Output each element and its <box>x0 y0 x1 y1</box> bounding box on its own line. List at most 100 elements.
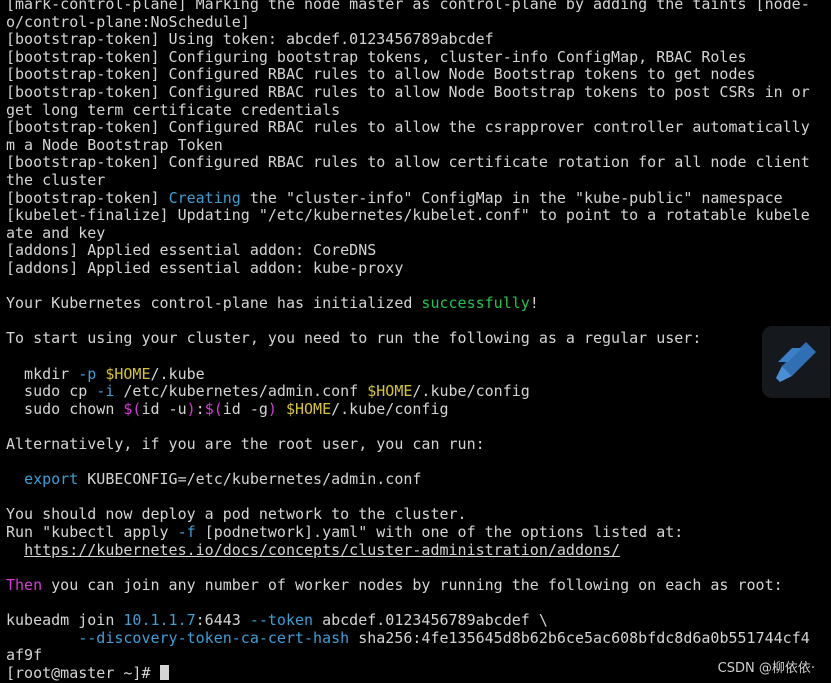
terminal-line: [addons] Applied essential addon: kube-p… <box>6 259 404 278</box>
terminal-line: You should now deploy a pod network to t… <box>6 506 467 524</box>
terminal-line: --discovery-token-ca-cert-hash sha256:4f… <box>6 628 810 648</box>
pen-logo-icon <box>762 326 830 398</box>
terminal-text: -i <box>96 382 115 401</box>
terminal-text: [bootstrap-token] Configured RBAC rules … <box>6 65 756 84</box>
terminal-line: Run "kubectl apply -f [podnetwork].yaml"… <box>6 523 684 542</box>
terminal-line: [bootstrap-token] Configured RBAC rules … <box>6 66 756 84</box>
terminal-text: id -g <box>222 399 268 418</box>
terminal-line: Alternatively, if you are the root user,… <box>6 435 485 454</box>
terminal-line: [bootstrap-token] Creating the "cluster-… <box>6 188 783 208</box>
terminal-line: [bootstrap-token] Configuring bootstrap … <box>6 47 747 67</box>
terminal-text: the cluster <box>6 171 106 189</box>
terminal-text: $HOME <box>285 399 332 418</box>
terminal-text: /.kube <box>150 364 205 383</box>
terminal-line: Then you can join any number of worker n… <box>6 575 783 595</box>
terminal-text: m a Node Bootstrap Token <box>6 135 223 154</box>
terminal-line: [bootstrap-token] Configured RBAC rules … <box>6 83 810 102</box>
terminal-line: Your Kubernetes control-plane has initia… <box>6 294 539 313</box>
terminal-text: Alternatively, if you are the root user,… <box>6 435 485 453</box>
terminal-line: https://kubernetes.io/docs/concepts/clus… <box>6 541 620 560</box>
terminal-text: sha256:4fe135645d8b62b6ce5ac608bfdc8d6a0… <box>349 628 810 647</box>
terminal-line: To start using your cluster, you need to… <box>6 330 701 348</box>
terminal-text: abcdef.0123456789abcdef \ <box>313 611 548 629</box>
terminal-text: [root@master ~]# <box>6 663 160 682</box>
terminal-text: --discovery-token-ca-cert-hash <box>78 628 350 647</box>
addons-docs-link[interactable]: https://kubernetes.io/docs/concepts/clus… <box>24 541 620 559</box>
terminal-text: You should now deploy a pod network to t… <box>6 505 467 524</box>
terminal-line: [kubelet-finalize] Updating "/etc/kubern… <box>6 206 810 225</box>
terminal-line: m a Node Bootstrap Token <box>6 135 223 155</box>
terminal-text: Creating <box>168 188 241 207</box>
terminal-text: :6443 <box>195 611 250 629</box>
terminal-text: [podnetwork].yaml" with one of the optio… <box>195 523 684 541</box>
terminal-text: Then <box>6 575 43 594</box>
terminal-text: -p <box>78 364 97 383</box>
terminal-line: o/control-plane:NoSchedule] <box>6 12 250 32</box>
terminal-text: [bootstrap-token] Using token: abcdef.01… <box>6 30 494 49</box>
terminal-line: export KUBECONFIG=/etc/kubernetes/admin.… <box>6 470 422 489</box>
csdn-watermark: CSDN @柳依依· <box>717 661 815 676</box>
terminal-text: [bootstrap-token] Configured RBAC rules … <box>6 118 810 137</box>
terminal-line: [addons] Applied essential addon: CoreDN… <box>6 242 376 260</box>
terminal-text: ate and key <box>6 223 106 242</box>
terminal-text: $( <box>123 399 142 418</box>
terminal-text: sudo cp <box>6 382 97 401</box>
terminal-text: o/control-plane:NoSchedule] <box>6 12 250 31</box>
terminal-text: ) <box>267 399 277 418</box>
terminal-text: you can join any number of worker nodes … <box>42 575 783 594</box>
terminal-text: $HOME <box>367 382 413 401</box>
terminal-text: [kubelet-finalize] Updating "/etc/kubern… <box>6 206 810 225</box>
terminal-text: To start using your cluster, you need to… <box>6 329 702 348</box>
terminal-line: [mark-control-plane] Marking the node ma… <box>6 0 810 14</box>
terminal-text: [bootstrap-token] Configured RBAC rules … <box>6 83 810 101</box>
terminal-line: the cluster <box>6 171 106 190</box>
terminal-text: id -u <box>141 399 187 418</box>
terminal-line: [bootstrap-token] Configured RBAC rules … <box>6 118 810 137</box>
terminal-text: [bootstrap-token] Configuring bootstrap … <box>6 47 747 66</box>
terminal-text: [bootstrap-token] <box>6 188 169 207</box>
terminal-text: export <box>24 470 79 489</box>
terminal-text: 10.1.1.7 <box>123 611 196 629</box>
terminal-line: sudo chown $(id -u):$(id -g) $HOME/.kube… <box>6 399 449 419</box>
terminal-text: KUBECONFIG=/etc/kubernetes/admin.conf <box>78 470 422 489</box>
terminal-text: [mark-control-plane] Marking the node ma… <box>6 0 810 13</box>
terminal-text: get long term certificate credentials <box>6 100 341 119</box>
terminal-text: -f <box>177 523 196 541</box>
terminal-cursor[interactable] <box>159 664 169 680</box>
terminal-line: [bootstrap-token] Using token: abcdef.01… <box>6 30 494 49</box>
terminal-text: $( <box>204 399 223 418</box>
terminal-text: /.kube/config <box>412 382 530 401</box>
terminal-text: [bootstrap-token] Configured RBAC rules … <box>6 153 810 172</box>
terminal-text: Run "kubectl apply <box>6 523 178 541</box>
terminal-text: successfully <box>421 294 530 313</box>
terminal-text: $HOME <box>105 364 151 383</box>
terminal-line: kubeadm join 10.1.1.7:6443 --token abcde… <box>6 611 548 630</box>
terminal-line: sudo cp -i /etc/kubernetes/admin.conf $H… <box>6 382 530 401</box>
terminal-window[interactable]: [mark-control-plane] Marking the node ma… <box>0 0 831 683</box>
terminal-text: [addons] Applied essential addon: kube-p… <box>6 259 404 277</box>
terminal-text: af9f <box>6 646 43 665</box>
terminal-line: get long term certificate credentials <box>6 100 341 120</box>
terminal-text: /etc/kubernetes/admin.conf <box>114 382 368 401</box>
terminal-line: [bootstrap-token] Configured RBAC rules … <box>6 154 810 172</box>
terminal-line: mkdir -p $HOME/.kube <box>6 364 205 384</box>
terminal-text: ) <box>186 399 196 418</box>
terminal-line: [root@master ~]# <box>6 663 169 683</box>
terminal-text: mkdir <box>6 364 79 383</box>
terminal-text: /.kube/config <box>331 399 449 418</box>
terminal-text: ! <box>529 294 539 313</box>
terminal-text: Your Kubernetes control-plane has initia… <box>6 294 422 313</box>
terminal-text: kubeadm join <box>6 611 124 629</box>
terminal-text: [addons] Applied essential addon: CoreDN… <box>6 241 377 260</box>
terminal-text: : <box>195 399 205 418</box>
terminal-text: --token <box>249 611 314 629</box>
terminal-line: ate and key <box>6 223 106 243</box>
terminal-line: af9f <box>6 646 43 665</box>
terminal-text: the "cluster-info" ConfigMap in the "kub… <box>240 188 783 207</box>
terminal-text: sudo chown <box>6 399 124 418</box>
